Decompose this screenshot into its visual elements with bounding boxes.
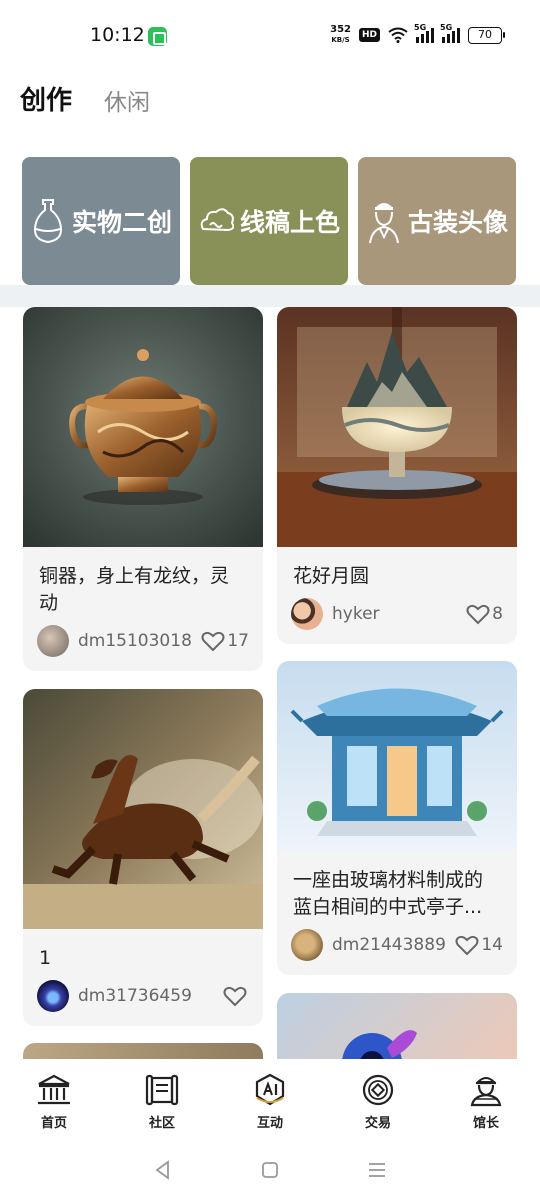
like-count: 8	[492, 604, 503, 624]
author-name[interactable]: dm21443889	[332, 935, 455, 955]
nav-label: 社区	[148, 1116, 175, 1131]
galloping-horse-image[interactable]	[23, 689, 263, 929]
card-meta: hyker 8	[277, 590, 517, 644]
tab-create[interactable]: 创作	[20, 80, 72, 117]
vase-icon	[33, 199, 62, 244]
feed-card[interactable]: 花好月圆 hyker 8	[277, 307, 517, 644]
feed-card[interactable]: 1 dm31736459	[23, 689, 263, 1026]
category-label: 线稿上色	[239, 208, 340, 237]
like-button[interactable]	[223, 985, 249, 1007]
battery-icon: 70	[468, 26, 505, 44]
artwork-feed[interactable]: 铜器，身上有龙纹，灵动 dm15103018 17 花好月圆 hyker 8 1…	[0, 307, 540, 1059]
cloud-icon	[200, 208, 234, 232]
avatar[interactable]	[37, 625, 69, 657]
app-notification-icon	[148, 27, 167, 46]
feed-card[interactable]: 铜器，身上有龙纹，灵动 dm15103018 17	[23, 307, 263, 671]
card-title: 花好月圆	[293, 565, 370, 587]
top-tabs: 创作 休闲	[20, 80, 150, 117]
like-count: 17	[227, 631, 249, 651]
museum-icon	[38, 1074, 70, 1105]
home-icon[interactable]	[259, 1159, 281, 1181]
ancient-figure-icon	[368, 203, 399, 244]
nav-interact[interactable]: 互动	[216, 1059, 324, 1139]
author-name[interactable]: dm31736459	[78, 986, 223, 1006]
scroll-icon	[145, 1074, 179, 1106]
section-divider	[0, 285, 540, 307]
status-time: 10:12	[90, 24, 145, 46]
card-title: 铜器，身上有龙纹，灵动	[39, 565, 230, 614]
heart-icon	[223, 986, 247, 1007]
like-button[interactable]: 17	[201, 630, 249, 652]
curator-icon	[470, 1077, 502, 1107]
category-object-remix[interactable]: 实物二创	[22, 157, 180, 285]
nav-label: 互动	[256, 1116, 283, 1131]
status-bar: 10:12 352 KB/S HD 5G 5G 70	[0, 0, 540, 72]
glass-pavilion-image[interactable]	[277, 661, 517, 851]
bird-illustration	[342, 1030, 417, 1059]
card-meta: dm31736459	[23, 972, 263, 1026]
feed-card[interactable]: 一座由玻璃材料制成的蓝白相间的中式亭子... dm21443889 14	[277, 661, 517, 975]
ai-icon	[255, 1073, 285, 1106]
nav-home[interactable]: 首页	[0, 1059, 108, 1139]
nav-label: 交易	[364, 1116, 391, 1131]
mountain-lamp-image[interactable]	[277, 307, 517, 547]
nav-trade[interactable]: 交易	[324, 1059, 432, 1139]
signal-icon: 5G	[414, 23, 434, 43]
system-nav-bar	[0, 1139, 540, 1200]
like-count: 14	[481, 935, 503, 955]
card-meta: dm21443889 14	[277, 921, 517, 975]
wifi-icon	[388, 27, 408, 43]
nav-label: 首页	[40, 1116, 67, 1131]
nav-curator[interactable]: 馆长	[432, 1059, 540, 1139]
avatar[interactable]	[291, 598, 323, 630]
category-label: 古装头像	[407, 208, 508, 237]
network-speed: 352 KB/S	[330, 24, 351, 45]
signal-icon: 5G	[440, 23, 460, 43]
nav-community[interactable]: 社区	[108, 1059, 216, 1139]
author-name[interactable]: dm15103018	[78, 631, 201, 651]
card-title: 1	[39, 947, 52, 969]
heart-icon	[455, 935, 479, 956]
category-line-coloring[interactable]: 线稿上色	[190, 157, 348, 285]
menu-icon[interactable]	[366, 1159, 388, 1181]
back-icon[interactable]	[152, 1159, 174, 1181]
author-name[interactable]: hyker	[332, 604, 466, 624]
coin-icon	[362, 1074, 394, 1106]
card-title: 一座由玻璃材料制成的蓝白相间的中式亭子...	[293, 869, 484, 918]
avatar[interactable]	[37, 980, 69, 1012]
category-row: 实物二创 线稿上色 古装头像	[22, 157, 516, 285]
category-label: 实物二创	[71, 208, 172, 237]
nav-label: 馆长	[472, 1116, 499, 1131]
like-button[interactable]: 14	[455, 934, 503, 956]
tab-leisure[interactable]: 休闲	[104, 83, 150, 117]
hd-badge: HD	[358, 28, 380, 42]
like-button[interactable]: 8	[466, 603, 503, 625]
card-meta: dm15103018 17	[23, 617, 263, 671]
heart-icon	[466, 604, 490, 625]
bronze-vessel-image[interactable]	[23, 307, 263, 547]
category-ancient-avatar[interactable]: 古装头像	[358, 157, 516, 285]
heart-icon	[201, 631, 225, 652]
avatar[interactable]	[291, 929, 323, 961]
feed-card-partial[interactable]	[277, 993, 517, 1059]
status-indicators: 352 KB/S HD 5G 5G 70	[330, 23, 505, 45]
bottom-nav: 首页 社区 互动 交易 馆长	[0, 1059, 540, 1139]
feed-card-partial[interactable]	[23, 1043, 263, 1059]
